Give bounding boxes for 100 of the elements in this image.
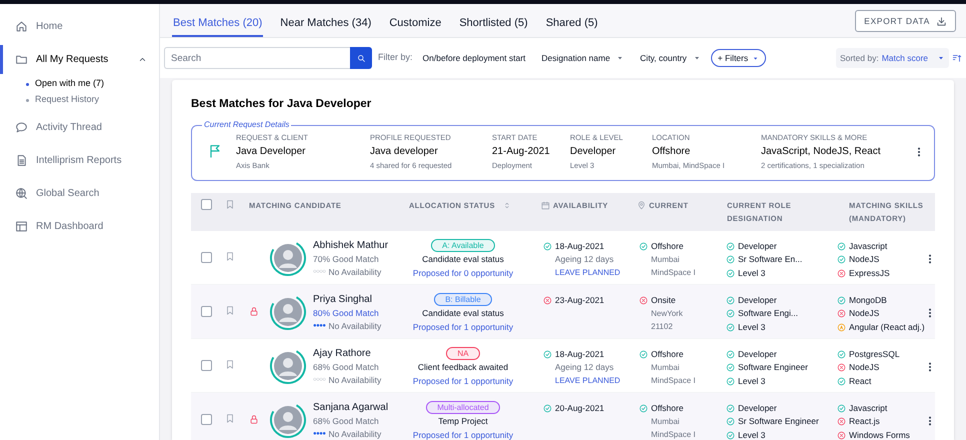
sort-order-icon[interactable] — [952, 53, 962, 63]
cell-text: Developer — [738, 348, 777, 360]
proposal-link[interactable]: Proposed for 1 opportunity — [412, 428, 514, 440]
document-icon — [15, 154, 28, 167]
location-pin-icon — [637, 201, 646, 210]
filter-option[interactable]: On/before deployment start — [422, 52, 526, 64]
cell-text: 18-Aug-2021 — [555, 348, 604, 360]
cell-text: Software Engi... — [738, 307, 798, 320]
tab[interactable]: Shared (5) — [544, 4, 599, 37]
cell-text: Level 3 — [738, 266, 766, 280]
caret-down-icon — [937, 54, 945, 62]
globe-search-icon — [15, 187, 28, 200]
match-score: 80% Good Match — [313, 306, 380, 320]
sort-icon[interactable] — [502, 201, 511, 210]
cell-text: MongoDB — [849, 294, 887, 306]
cell-text: 18-Aug-2021 — [555, 240, 604, 252]
sidebar-item[interactable]: Global Search — [0, 177, 159, 210]
dashboard-icon — [15, 220, 28, 233]
status-badge: B: Billable — [434, 293, 492, 306]
filter-label: Filter by: — [378, 51, 413, 64]
cell-text: Developer — [738, 402, 777, 414]
tab[interactable]: Near Matches (34) — [279, 4, 372, 37]
cell-text: Level 3 — [738, 320, 766, 334]
bookmark-icon[interactable] — [225, 359, 235, 370]
cell-text: 21102 — [650, 321, 674, 334]
checkbox[interactable] — [201, 252, 212, 264]
cell-text: PostgresSQL — [849, 348, 900, 360]
bookmark-icon[interactable] — [225, 199, 235, 210]
search-icon — [356, 54, 366, 62]
tab[interactable]: Shortlisted (5) — [458, 4, 529, 37]
page-heading: Best Matches for Java Developer — [191, 97, 372, 112]
availability-text: No Availability — [328, 428, 382, 440]
cell-text: Level 3 — [738, 428, 766, 440]
cell-text: React — [849, 374, 872, 388]
cell-text: Level 3 — [738, 374, 766, 388]
checkbox[interactable] — [201, 360, 212, 372]
cell-text: NodeJS — [849, 253, 880, 266]
candidate-name[interactable]: Sanjana Agarwal — [313, 401, 409, 415]
caret-down-icon — [752, 54, 760, 62]
bookmark-icon[interactable] — [225, 413, 235, 424]
field-value: Java developer — [370, 145, 439, 160]
match-score: 70% Good Match — [313, 252, 380, 266]
status-badge: NA — [446, 347, 480, 360]
sidebar-item[interactable]: Intelliprism Reports — [0, 144, 159, 177]
cell-text: NodeJS — [849, 361, 880, 374]
speech-bubble-icon — [15, 121, 28, 134]
sidebar-item[interactable]: Activity Thread — [0, 111, 159, 144]
cell-text: 23-Aug-2021 — [555, 294, 604, 306]
home-icon — [15, 20, 28, 33]
tab[interactable]: Customize — [388, 4, 442, 37]
status-badge: A: Available — [431, 239, 495, 252]
cell-text: Angular (React adj.) — [849, 320, 925, 334]
cell-text: MindSpace I — [650, 429, 696, 440]
status-badge: Multi-allocated — [426, 401, 500, 414]
sidebar-item[interactable]: All My Requests — [0, 43, 159, 76]
checkbox[interactable] — [201, 414, 212, 426]
bookmark-icon[interactable] — [225, 305, 235, 316]
calendar-icon — [541, 201, 550, 210]
more-filters-button[interactable]: + Filters — [710, 49, 766, 67]
cell-text: ExpressJS — [849, 266, 890, 280]
field-value: Offshore — [652, 145, 692, 160]
proposal-link[interactable]: Proposed for 0 opportunity — [412, 266, 514, 280]
cell-text: Mumbai — [650, 416, 680, 428]
cell-text: MindSpace I — [650, 267, 696, 280]
bookmark-icon[interactable] — [225, 251, 235, 262]
candidate-name[interactable]: Priya Singhal — [313, 293, 409, 307]
proposal-link[interactable]: Proposed for 1 opportunity — [412, 374, 514, 388]
cell-text: MindSpace I — [650, 375, 696, 388]
field-value: JavaScript, NodeJS, React — [761, 145, 882, 160]
cell-text: NodeJS — [849, 307, 880, 320]
match-score: 68% Good Match — [313, 360, 380, 374]
caret-down-icon — [692, 54, 701, 62]
cell-text: Mumbai — [650, 254, 680, 266]
availability-text: No Availability — [328, 266, 382, 280]
cell-text: Onsite — [651, 294, 676, 306]
sidebar-subitem[interactable]: Request History — [0, 92, 159, 108]
availability-text: No Availability — [328, 374, 382, 388]
proposal-link[interactable]: Proposed for 1 opportunity — [412, 320, 514, 334]
sidebar-item[interactable]: Home — [0, 10, 159, 43]
leave-status: LEAVE PLANNED — [554, 267, 622, 280]
filter-dropdown[interactable]: City, country — [640, 52, 701, 64]
status-text: Temp Project — [438, 415, 488, 428]
field-value: Java Developer — [236, 145, 306, 160]
sort-dropdown[interactable]: Sorted by: Match score — [836, 48, 949, 68]
checkbox[interactable] — [201, 199, 212, 210]
candidate-name[interactable]: Abhishek Mathur — [313, 239, 409, 253]
candidate-name[interactable]: Ajay Rathore — [313, 347, 409, 361]
filter-dropdown[interactable]: Designation name — [542, 52, 624, 64]
sidebar-subitem[interactable]: Open with me (7) — [0, 76, 159, 92]
cell-text: Software Engineer — [738, 361, 808, 374]
cell-text: React.js — [849, 415, 880, 428]
cell-text: Offshore — [651, 402, 684, 414]
export-data-button[interactable]: EXPORT DATA — [855, 10, 956, 32]
cell-text: Sr Software Engineer — [738, 415, 819, 428]
sidebar-item[interactable]: RM Dashboard — [0, 210, 159, 243]
cell-text: Developer — [738, 294, 777, 306]
checkbox[interactable] — [201, 306, 212, 318]
cell-text: Offshore — [651, 240, 684, 252]
cell-text: NewYork — [650, 308, 684, 320]
cell-text: Sr Software En... — [738, 253, 802, 266]
